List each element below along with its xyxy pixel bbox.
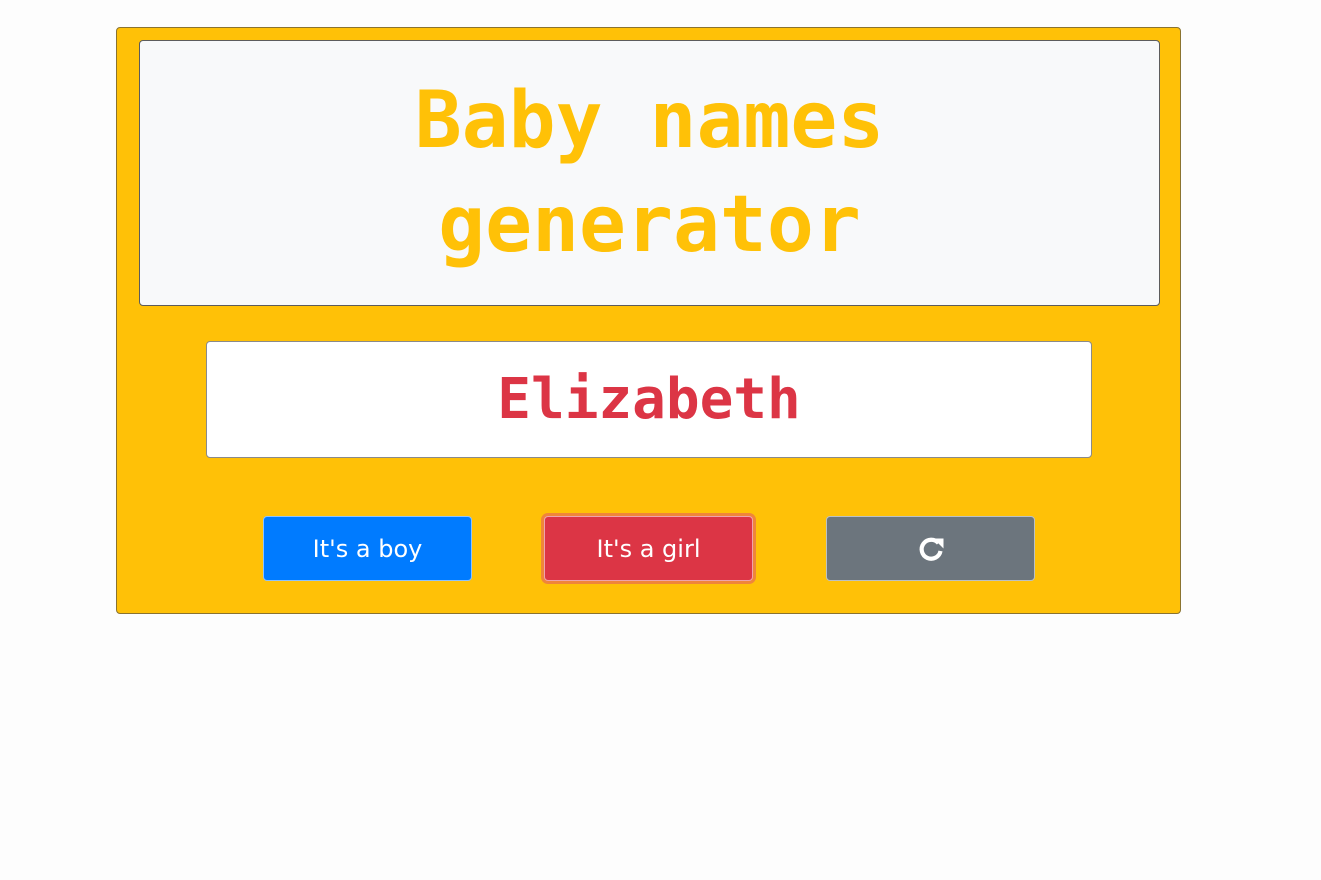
page-title: Baby names generator (414, 76, 885, 270)
generator-card: Baby names generator Elizabeth It's a bo… (116, 27, 1181, 614)
generated-name: Elizabeth (497, 367, 801, 432)
refresh-button[interactable] (826, 516, 1035, 581)
generated-name-display: Elizabeth (206, 341, 1092, 458)
girl-button[interactable]: It's a girl (544, 516, 753, 581)
title-panel: Baby names generator (139, 40, 1160, 306)
boy-button[interactable]: It's a boy (263, 516, 472, 581)
refresh-icon (916, 534, 946, 564)
